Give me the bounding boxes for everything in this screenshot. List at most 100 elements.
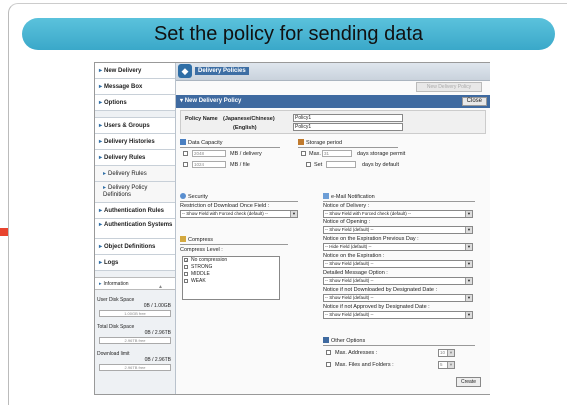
sidebar-item-delivery-rules[interactable]: ▸ Delivery Rules — [95, 150, 175, 166]
form-title-bar: ▾ New Delivery Policy Close — [176, 95, 490, 108]
max-addresses-checkbox[interactable] — [326, 350, 331, 355]
chevron-right-icon: ▸ — [99, 139, 103, 145]
select-value: -- Show Field with Forced check (default… — [182, 211, 269, 216]
policy-name-japanese-input[interactable]: Policy1 — [293, 114, 403, 122]
sidebar-item-new-delivery[interactable]: ▸ New Delivery — [95, 63, 175, 79]
select-value: -- Show Field (default) -- — [325, 278, 374, 283]
sidebar-item-authentication-systems[interactable]: ▸ Authentication Systems — [95, 219, 175, 239]
shield-icon — [180, 193, 186, 199]
chevron-right-icon: ▸ — [99, 208, 103, 214]
sidebar-divider — [95, 111, 175, 118]
chevron-right-icon: ▸ — [99, 222, 103, 228]
section-underline — [298, 147, 398, 148]
disk-usage-bar: 1.00GB free — [99, 310, 171, 317]
policy-name-english-input[interactable]: Policy1 — [293, 123, 403, 131]
notice-of-delivery-select[interactable]: -- Show Field with Forced check (default… — [323, 210, 473, 218]
disk-value: 0B / 1.00GB — [143, 303, 171, 309]
close-button[interactable]: Close — [461, 97, 487, 106]
max-addresses-select[interactable]: 10 ▼ — [438, 349, 455, 357]
chevron-right-icon: ▸ — [99, 281, 102, 287]
sidebar-item-users-groups[interactable]: ▸ Users & Groups — [95, 118, 175, 134]
disk-value: 0B / 2.96TB — [144, 357, 171, 363]
sidebar-item-authentication-rules[interactable]: ▸ Authentication Rules — [95, 203, 175, 219]
per-delivery-checkbox[interactable] — [183, 151, 188, 156]
section-title: Security — [188, 194, 208, 200]
sidebar: ▸ New Delivery ▸ Message Box ▸ Options ▸ Use… — [95, 63, 176, 394]
notice-expiration-label: Notice on the Expiration : — [323, 253, 385, 259]
sidebar-item-label: Authentication Rules — [104, 208, 165, 214]
chevron-right-icon: ▸ — [99, 100, 103, 106]
compress-option[interactable]: STRONG — [183, 264, 279, 271]
select-value: 10 — [440, 350, 446, 355]
max-files-checkbox[interactable] — [326, 362, 331, 367]
select-value: -- Show Field (default) -- — [325, 261, 374, 266]
storage-max-checkbox[interactable] — [301, 151, 306, 156]
storage-set-input[interactable] — [326, 161, 356, 168]
information-panel-toggle[interactable]: ▸ Information ▲ — [95, 277, 175, 290]
sidebar-item-object-definitions[interactable]: ▸ Object Definitions — [95, 239, 175, 255]
sidebar-item-label: Authentication Systems — [104, 222, 173, 228]
sidebar-item-delivery-histories[interactable]: ▸ Delivery Histories — [95, 134, 175, 150]
notice-of-opening-label: Notice of Opening : — [323, 219, 371, 225]
compress-option[interactable]: ✓ No compression — [183, 257, 279, 264]
section-title: Data Capacity — [188, 140, 223, 146]
sidebar-item-message-box[interactable]: ▸ Message Box — [95, 79, 175, 95]
sidebar-item-options[interactable]: ▸ Options — [95, 95, 175, 111]
panel-header: ◆ Delivery Policies — [176, 63, 490, 81]
chevron-right-icon: ▸ — [99, 68, 103, 74]
security-heading: Security — [180, 193, 208, 200]
checkbox-checked-icon: ✓ — [184, 258, 189, 263]
form-title: New Delivery Policy — [184, 98, 242, 104]
new-delivery-policy-button[interactable]: New Delivery Policy — [416, 82, 482, 92]
policy-name-label: Policy Name — [185, 116, 218, 122]
notice-expiration-select[interactable]: -- Show Field (default) -- ▼ — [323, 260, 473, 268]
per-file-input[interactable]: 1024 — [192, 161, 226, 168]
per-file-checkbox[interactable] — [183, 162, 188, 167]
data-capacity-heading: Data Capacity — [180, 139, 223, 146]
restriction-select[interactable]: -- Show Field with Forced check (default… — [180, 210, 298, 218]
storage-max-input[interactable]: 31 — [322, 150, 352, 157]
sidebar-subitem-delivery-rules[interactable]: ▸ Delivery Rules — [95, 166, 175, 182]
policy-name-section: Policy Name (Japanese/Chinese) (English)… — [180, 110, 486, 134]
notice-expiration-previous-day-select[interactable]: -- Hide Field (default) -- ▼ — [323, 243, 473, 251]
notice-not-downloaded-select[interactable]: -- Show Field (default) -- ▼ — [323, 294, 473, 302]
info-icon — [323, 337, 329, 343]
select-value: -- Show Field (default) -- — [325, 295, 374, 300]
chevron-right-icon: ▸ — [99, 84, 103, 90]
select-value: -- Hide Field (default) -- — [325, 244, 372, 249]
create-button[interactable]: Create — [455, 377, 481, 387]
compress-option[interactable]: WEAK — [183, 278, 279, 285]
storage-set-checkbox[interactable] — [306, 162, 311, 167]
max-files-label: Max. Files and Folders : — [335, 362, 394, 368]
compress-level-list[interactable]: ✓ No compression STRONG MIDDLE WEAK — [182, 256, 280, 300]
sidebar-item-label: Users & Groups — [104, 123, 150, 129]
chevron-right-icon: ▸ — [99, 260, 103, 266]
sidebar-item-label: New Delivery — [104, 68, 142, 74]
dropdown-arrow-icon: ▼ — [447, 362, 454, 368]
compress-option[interactable]: MIDDLE — [183, 271, 279, 278]
notice-not-approved-label: Notice if not Approved by Designated Dat… — [323, 304, 430, 310]
sidebar-item-label: Delivery Policy Definitions — [103, 185, 148, 198]
chevron-right-icon: ▸ — [99, 155, 103, 161]
storage-set-unit: days by default — [362, 162, 399, 168]
notice-not-approved-select[interactable]: -- Show Field (default) -- ▼ — [323, 311, 473, 319]
japanese-label: (Japanese/Chinese) — [223, 116, 275, 122]
chevron-right-icon: ▸ — [103, 171, 107, 177]
dropdown-arrow-icon: ▼ — [465, 261, 472, 267]
dropdown-arrow-icon: ▼ — [465, 244, 472, 250]
section-underline — [323, 345, 475, 346]
option-label: MIDDLE — [191, 271, 210, 277]
disk-value: 0B / 2.96TB — [144, 330, 171, 336]
notice-of-delivery-label: Notice of Delivery : — [323, 203, 370, 209]
per-delivery-unit: MB / delivery — [230, 151, 262, 157]
sidebar-item-logs[interactable]: ▸ Logs — [95, 255, 175, 271]
detailed-message-option-select[interactable]: -- Show Field (default) -- ▼ — [323, 277, 473, 285]
per-delivery-input[interactable]: 2048 — [192, 150, 226, 157]
select-value: -- Show Field (default) -- — [325, 227, 374, 232]
sidebar-subitem-delivery-policy-definitions[interactable]: ▸ Delivery Policy Definitions — [95, 182, 175, 203]
section-title: Other Options — [331, 338, 366, 344]
option-label: No compression — [191, 257, 228, 263]
max-files-select[interactable]: 5 ▼ — [438, 361, 455, 369]
sidebar-item-label: Object Definitions — [104, 244, 156, 250]
notice-of-opening-select[interactable]: -- Show Field (default) -- ▼ — [323, 226, 473, 234]
